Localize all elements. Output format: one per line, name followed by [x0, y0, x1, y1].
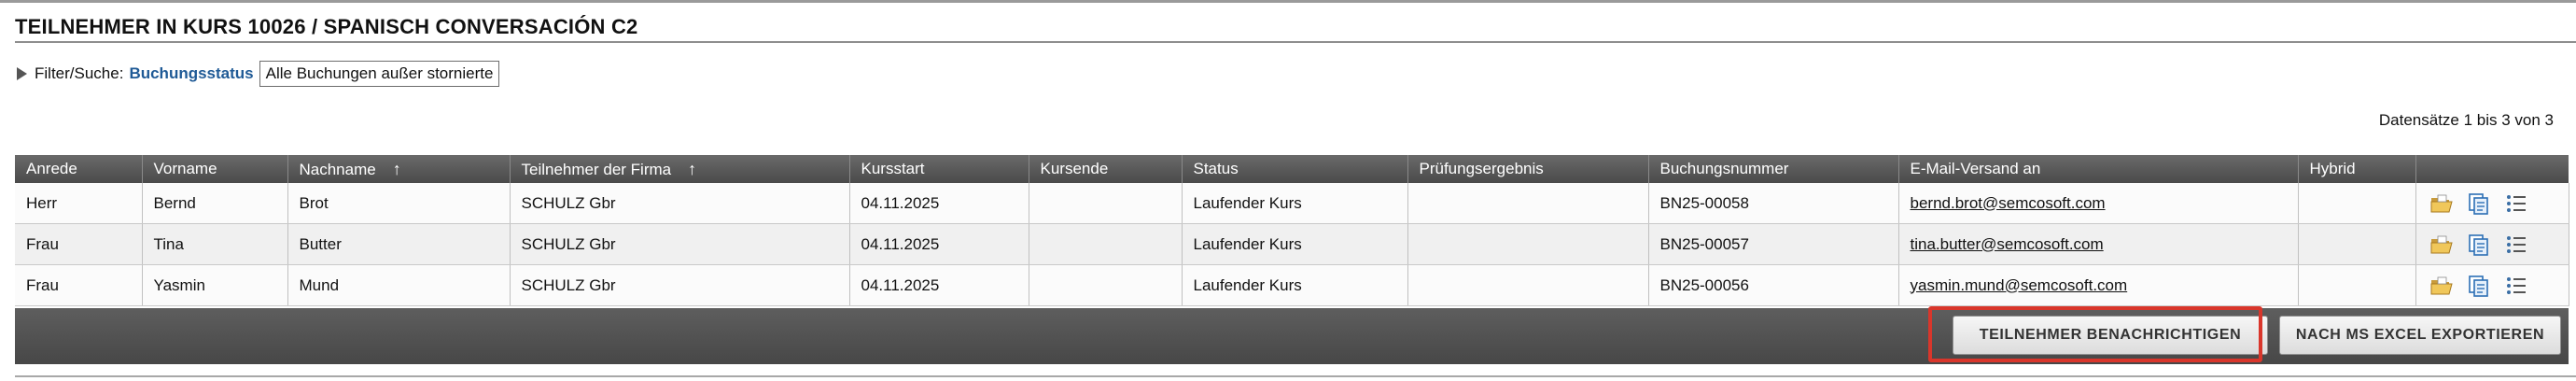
cell-email: yasmin.mund@semcosoft.com [1898, 264, 2299, 306]
cell-buchungsnummer: BN25-00056 [1648, 264, 1899, 306]
cell-pruefungsergebnis [1407, 223, 1649, 265]
cell-anrede: Herr [15, 183, 143, 224]
cell-firma: SCHULZ Gbr [510, 183, 850, 224]
cell-hybrid [2298, 183, 2416, 224]
cell-kursstart: 04.11.2025 [849, 183, 1029, 224]
cell-kursende [1029, 264, 1183, 306]
cell-kursstart: 04.11.2025 [849, 264, 1029, 306]
sort-arrow-icon[interactable]: ↑ [393, 160, 401, 178]
copy-document-icon[interactable] [2467, 274, 2491, 298]
page-title: TEILNEHMER IN KURS 10026 / SPANISCH CONV… [15, 15, 638, 38]
cell-kursstart: 04.11.2025 [849, 223, 1029, 265]
notify-participants-button[interactable]: TEILNEHMER BENACHRICHTIGEN [1953, 316, 2268, 355]
open-folder-icon[interactable] [2429, 274, 2454, 298]
cell-actions [2415, 223, 2569, 265]
cell-hybrid [2298, 223, 2416, 265]
filter-label: Filter/Suche: [35, 64, 124, 82]
cell-firma: SCHULZ Gbr [510, 223, 850, 265]
participants-table: Anrede Vorname Nachname ↑ Teilnehmer der … [15, 155, 2569, 306]
column-header-buchungsnummer[interactable]: Buchungsnummer [1648, 155, 1899, 183]
filter-row[interactable]: Filter/Suche: Buchungsstatus Alle Buchun… [17, 60, 500, 88]
column-header-kursstart[interactable]: Kursstart [849, 155, 1029, 183]
column-header-kursende[interactable]: Kursende [1029, 155, 1183, 183]
column-header-vorname[interactable]: Vorname [142, 155, 288, 183]
cell-buchungsnummer: BN25-00058 [1648, 183, 1899, 224]
bottom-rule [15, 375, 2576, 377]
copy-document-icon[interactable] [2467, 233, 2491, 257]
cell-anrede: Frau [15, 264, 143, 306]
table-header-row: Anrede Vorname Nachname ↑ Teilnehmer der … [15, 155, 2569, 183]
filter-value-box[interactable]: Alle Buchungen außer stornierte [259, 61, 500, 87]
cell-vorname: Bernd [142, 183, 288, 224]
cell-email: bernd.brot@semcosoft.com [1898, 183, 2299, 224]
expand-triangle-icon[interactable] [17, 67, 27, 80]
sort-arrow-icon[interactable]: ↑ [688, 160, 696, 178]
table-row: Frau Yasmin Mund SCHULZ Gbr 04.11.2025 L… [15, 264, 2569, 306]
cell-actions [2415, 264, 2569, 306]
table-footer-bar: TEILNEHMER BENACHRICHTIGEN NACH MS EXCEL… [15, 308, 2569, 364]
cell-email: tina.butter@semcosoft.com [1898, 223, 2299, 265]
column-header-nachname[interactable]: Nachname ↑ [287, 155, 511, 183]
cell-status: Laufender Kurs [1182, 183, 1408, 224]
table-row: Herr Bernd Brot SCHULZ Gbr 04.11.2025 La… [15, 183, 2569, 224]
email-link[interactable]: tina.butter@semcosoft.com [1911, 235, 2104, 253]
cell-nachname: Butter [287, 223, 511, 265]
cell-kursende [1029, 223, 1183, 265]
records-count: Datensätze 1 bis 3 von 3 [2378, 111, 2554, 129]
cell-anrede: Frau [15, 223, 143, 265]
column-header-status[interactable]: Status [1182, 155, 1408, 183]
cell-actions [2415, 183, 2569, 224]
open-folder-icon[interactable] [2429, 233, 2454, 257]
copy-document-icon[interactable] [2467, 191, 2491, 216]
column-header-firma[interactable]: Teilnehmer der Firma ↑ [510, 155, 850, 183]
open-folder-icon[interactable] [2429, 191, 2454, 216]
cell-vorname: Tina [142, 223, 288, 265]
column-header-anrede[interactable]: Anrede [15, 155, 143, 183]
title-divider [15, 41, 2576, 43]
cell-pruefungsergebnis [1407, 264, 1649, 306]
email-link[interactable]: yasmin.mund@semcosoft.com [1911, 276, 2128, 294]
column-header-pruefungsergebnis[interactable]: Prüfungsergebnis [1407, 155, 1649, 183]
column-header-hybrid[interactable]: Hybrid [2298, 155, 2416, 183]
column-header-actions [2415, 155, 2569, 183]
cell-pruefungsergebnis [1407, 183, 1649, 224]
list-icon[interactable] [2504, 274, 2528, 298]
table-row: Frau Tina Butter SCHULZ Gbr 04.11.2025 L… [15, 223, 2569, 265]
list-icon[interactable] [2504, 191, 2528, 216]
top-rule [0, 0, 2576, 3]
cell-status: Laufender Kurs [1182, 264, 1408, 306]
cell-vorname: Yasmin [142, 264, 288, 306]
cell-nachname: Mund [287, 264, 511, 306]
cell-firma: SCHULZ Gbr [510, 264, 850, 306]
cell-status: Laufender Kurs [1182, 223, 1408, 265]
cell-nachname: Brot [287, 183, 511, 224]
cell-buchungsnummer: BN25-00057 [1648, 223, 1899, 265]
filter-field-link[interactable]: Buchungsstatus [129, 64, 253, 83]
export-excel-button[interactable]: NACH MS EXCEL EXPORTIEREN [2279, 316, 2561, 355]
column-header-email[interactable]: E-Mail-Versand an [1898, 155, 2299, 183]
cell-kursende [1029, 183, 1183, 224]
list-icon[interactable] [2504, 233, 2528, 257]
cell-hybrid [2298, 264, 2416, 306]
email-link[interactable]: bernd.brot@semcosoft.com [1911, 194, 2106, 212]
